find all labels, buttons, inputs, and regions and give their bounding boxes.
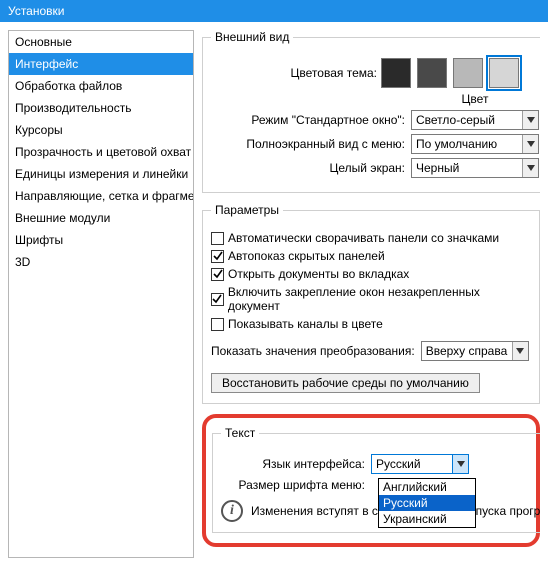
checkbox[interactable] — [211, 318, 224, 331]
row-ui-language: Язык интерфейса: Русский — [221, 454, 540, 474]
restore-workspaces-button[interactable]: Восстановить рабочие среды по умолчанию — [211, 373, 480, 393]
appearance-mode-combo[interactable]: Светло-серый — [411, 110, 539, 130]
sidebar-item[interactable]: Единицы измерения и линейки — [9, 163, 193, 185]
chevron-down-icon — [522, 135, 538, 153]
group-text-legend: Текст — [221, 426, 259, 440]
group-appearance: Внешний вид Цветовая тема: Цвет Режим "С… — [202, 30, 540, 193]
chevron-down-icon — [512, 342, 528, 360]
checkbox[interactable] — [211, 268, 224, 281]
checkbox-label[interactable]: Показывать каналы в цвете — [228, 317, 383, 331]
sidebar-item[interactable]: Шрифты — [9, 229, 193, 251]
appearance-mode-label: Целый экран: — [211, 161, 411, 175]
dialog-content: ОсновныеИнтерфейсОбработка файловПроизво… — [0, 22, 548, 566]
checkbox-label[interactable]: Включить закрепление окон незакрепленных… — [228, 285, 531, 313]
combo-ui-language[interactable]: Русский — [371, 454, 469, 474]
combo-transform-values[interactable]: Вверху справа — [421, 341, 529, 361]
sidebar-item[interactable]: Основные — [9, 31, 193, 53]
param-check-row: Включить закрепление окон незакрепленных… — [211, 285, 531, 313]
dropdown-ui-language[interactable]: АнглийскийРусскийУкраинский — [378, 478, 476, 528]
checkbox[interactable] — [211, 232, 224, 245]
param-check-row: Автопоказ скрытых панелей — [211, 249, 531, 263]
theme-swatch[interactable] — [489, 58, 519, 88]
group-params-legend: Параметры — [211, 203, 283, 217]
sidebar-item[interactable]: Внешние модули — [9, 207, 193, 229]
appearance-mode-row: Целый экран:Черный — [211, 158, 539, 178]
sidebar-item[interactable]: Направляющие, сетка и фрагменты — [9, 185, 193, 207]
window-titlebar: Установки — [0, 0, 548, 22]
combo-transform-value: Вверху справа — [422, 344, 512, 358]
sidebar-item[interactable]: 3D — [9, 251, 193, 273]
checkbox-label[interactable]: Автопоказ скрытых панелей — [228, 249, 385, 263]
group-text: Текст Язык интерфейса: Русский Размер шр… — [212, 426, 540, 533]
group-params: Параметры Автоматически сворачивать пане… — [202, 203, 540, 404]
checkbox[interactable] — [211, 293, 224, 306]
dropdown-option[interactable]: Английский — [379, 479, 475, 495]
row-color-theme: Цветовая тема: — [211, 58, 539, 88]
param-check-row: Открыть документы во вкладках — [211, 267, 531, 281]
group-appearance-legend: Внешний вид — [211, 30, 293, 44]
sidebar-item[interactable]: Производительность — [9, 97, 193, 119]
row-transform-values: Показать значения преобразования: Вверху… — [211, 341, 531, 361]
appearance-mode-value: Черный — [412, 161, 522, 175]
appearance-mode-label: Режим "Стандартное окно": — [211, 113, 411, 127]
appearance-mode-label: Полноэкранный вид с меню: — [211, 137, 411, 151]
label-ui-language: Язык интерфейса: — [221, 457, 371, 471]
chevron-down-icon — [522, 111, 538, 129]
label-color-theme: Цветовая тема: — [211, 66, 381, 80]
dropdown-option[interactable]: Русский — [379, 495, 475, 511]
checkbox-label[interactable]: Автоматически сворачивать панели со знач… — [228, 231, 499, 245]
info-icon: i — [221, 500, 243, 522]
theme-swatch[interactable] — [453, 58, 483, 88]
category-sidebar: ОсновныеИнтерфейсОбработка файловПроизво… — [8, 30, 194, 558]
appearance-mode-combo[interactable]: Черный — [411, 158, 539, 178]
dropdown-option[interactable]: Украинский — [379, 511, 475, 527]
appearance-mode-row: Режим "Стандартное окно":Светло-серый — [211, 110, 539, 130]
theme-swatch[interactable] — [417, 58, 447, 88]
chevron-down-icon — [452, 455, 468, 473]
window-title: Установки — [8, 4, 64, 18]
param-check-row: Показывать каналы в цвете — [211, 317, 531, 331]
label-transform-values: Показать значения преобразования: — [211, 344, 421, 358]
sidebar-item[interactable]: Прозрачность и цветовой охват — [9, 141, 193, 163]
theme-swatch[interactable] — [381, 58, 411, 88]
checkbox[interactable] — [211, 250, 224, 263]
appearance-mode-combo[interactable]: По умолчанию — [411, 134, 539, 154]
appearance-mode-row: Полноэкранный вид с меню:По умолчанию — [211, 134, 539, 154]
color-column-header: Цвет — [411, 92, 539, 106]
sidebar-item[interactable]: Обработка файлов — [9, 75, 193, 97]
appearance-mode-value: По умолчанию — [412, 137, 522, 151]
label-menu-font-size: Размер шрифта меню: — [221, 478, 371, 492]
sidebar-item[interactable]: Курсоры — [9, 119, 193, 141]
checkbox-label[interactable]: Открыть документы во вкладках — [228, 267, 409, 281]
sidebar-item[interactable]: Интерфейс — [9, 53, 193, 75]
theme-swatches — [381, 58, 519, 88]
appearance-mode-value: Светло-серый — [412, 113, 522, 127]
param-check-row: Автоматически сворачивать панели со знач… — [211, 231, 531, 245]
highlight-callout: Текст Язык интерфейса: Русский Размер шр… — [202, 414, 540, 547]
chevron-down-icon — [522, 159, 538, 177]
combo-ui-language-value: Русский — [372, 457, 452, 471]
settings-main: Внешний вид Цветовая тема: Цвет Режим "С… — [202, 30, 540, 558]
